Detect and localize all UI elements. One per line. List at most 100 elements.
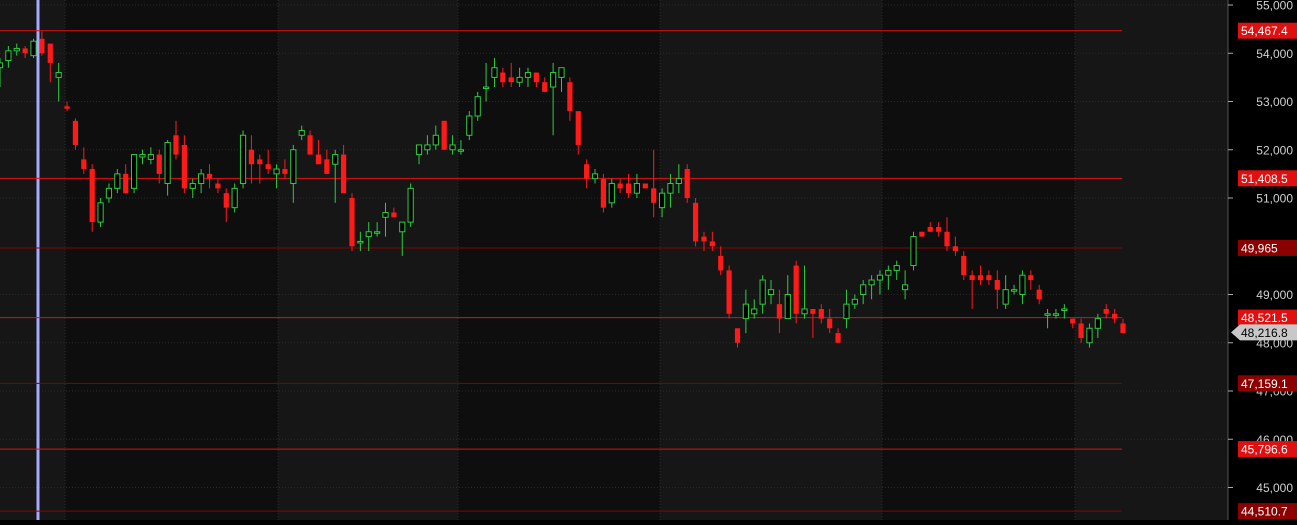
price-tick-label: 52,000 (1256, 143, 1293, 157)
candle-body (701, 236, 707, 242)
candle-body (608, 183, 615, 204)
candle-body (667, 183, 674, 194)
candle-body (482, 86, 490, 90)
candle-body (742, 303, 749, 320)
candle-body (273, 168, 280, 175)
candle-body (508, 77, 514, 83)
candle-body (357, 240, 364, 244)
candle-body (633, 183, 641, 194)
level-label: 54,467.4 (1241, 24, 1288, 38)
candle-body (441, 120, 447, 150)
candle-body (1028, 275, 1034, 281)
candle-body (658, 192, 666, 209)
candle-body (784, 294, 791, 320)
candle-body (969, 275, 975, 281)
candle-body (642, 183, 648, 189)
candle-body (189, 183, 196, 189)
candle-body (1070, 318, 1076, 324)
candle-body (1086, 327, 1093, 344)
candle-body (89, 169, 95, 223)
candle-body (524, 72, 532, 78)
candle-body (558, 67, 565, 78)
candle-body (902, 284, 909, 291)
candle-body (39, 38, 45, 54)
candle-body (1002, 289, 1009, 305)
candlestick-chart: 55,000 54,000 53,000 52,000 51,000 49,000 48,0… (0, 0, 1297, 520)
candle-body (986, 275, 992, 281)
candle-body (961, 255, 967, 276)
candle-body (868, 279, 875, 286)
price-tick-label: 51,000 (1256, 192, 1293, 206)
candle-body (718, 255, 724, 271)
candle-body (692, 202, 699, 242)
price-tick-label: 53,000 (1256, 95, 1293, 109)
candle-body (1120, 323, 1126, 334)
candle-body (206, 173, 213, 179)
candle-body (13, 47, 20, 52)
candle-body (407, 187, 414, 223)
candle-body (600, 178, 607, 208)
candle-body (1019, 274, 1026, 296)
candle-body (324, 159, 330, 174)
last-price-label: 48,216.8 (1241, 326, 1288, 340)
candle-body (801, 308, 808, 315)
price-tick-label: 49,000 (1256, 288, 1293, 302)
level-label: 45,796.6 (1241, 443, 1288, 457)
price-tick-label: 54,000 (1256, 47, 1293, 61)
candle-body (893, 265, 900, 271)
candle-body (265, 164, 271, 170)
shade-panel (65, 0, 278, 520)
price-tick-label: 55,000 (1256, 0, 1293, 13)
level-label: 51,408.5 (1241, 172, 1288, 186)
candle-body (1078, 323, 1084, 338)
candle-body (550, 72, 557, 88)
candle-body (843, 303, 850, 320)
candle-body (1052, 313, 1060, 316)
candle-body (1103, 308, 1109, 314)
candle-body (0, 62, 4, 69)
level-label: 47,159.1 (1241, 377, 1288, 391)
candle-body (936, 226, 942, 232)
candle-body (399, 221, 406, 233)
candle-body (827, 318, 833, 329)
candle-body (332, 154, 339, 165)
candle-body (123, 173, 129, 194)
candle-body (1094, 318, 1101, 329)
candle-body (860, 284, 867, 296)
level-label: 48,521.5 (1241, 311, 1288, 325)
candle-body (1061, 308, 1068, 311)
candle-body (139, 154, 146, 158)
candle-body (97, 202, 104, 223)
level-label: 49,965 (1241, 241, 1278, 255)
candle-body (307, 135, 313, 155)
candle-body (81, 159, 87, 170)
candle-body (726, 270, 732, 314)
candle-body (625, 183, 632, 194)
candle-body (994, 280, 1000, 290)
candle-body (457, 149, 465, 152)
candle-body (491, 67, 498, 78)
candle-body (449, 144, 456, 151)
candle-body (533, 72, 539, 83)
candle-body (977, 275, 984, 281)
candle-body (1010, 289, 1018, 292)
candle-body (147, 154, 154, 160)
candle-body (156, 154, 162, 174)
candle-body (47, 43, 53, 63)
candle-body (290, 149, 297, 185)
candle-body (223, 193, 229, 208)
candle-body (30, 40, 37, 57)
shade-panel (458, 0, 660, 520)
candle-body (567, 82, 573, 112)
candle-body (55, 72, 62, 78)
candle-body (5, 50, 12, 61)
candle-body (734, 328, 741, 343)
candle-body (751, 308, 758, 315)
candle-body (215, 183, 221, 189)
candle-body (584, 164, 590, 179)
candle-body (248, 149, 255, 165)
candle-body (542, 82, 548, 92)
candle-body (591, 173, 599, 180)
candle-body (684, 169, 690, 198)
candle-body (341, 154, 347, 194)
